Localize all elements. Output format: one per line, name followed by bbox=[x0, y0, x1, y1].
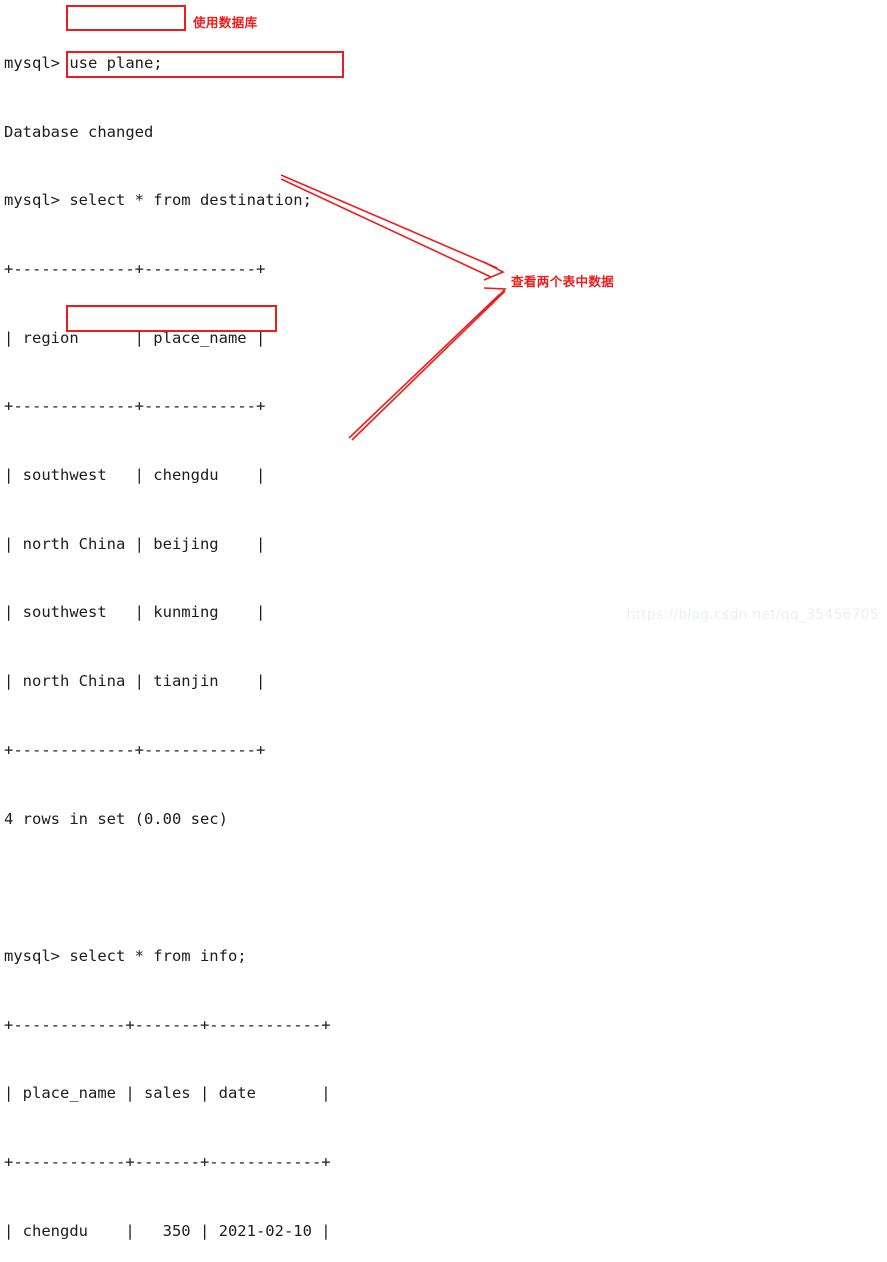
destination-table-border-mid: +-------------+------------+ bbox=[4, 397, 266, 416]
terminal-line-db-changed: Database changed bbox=[4, 122, 154, 141]
table-row: | north China | tianjin | bbox=[4, 672, 266, 691]
table-row: | southwest | kunming | bbox=[4, 603, 266, 622]
table-row: | chengdu | 350 | 2021-02-10 | bbox=[4, 1221, 331, 1240]
info-table-border-mid: +------------+-------+------------+ bbox=[4, 1153, 331, 1172]
terminal-line-cmd-use-plane: mysql> use plane; bbox=[4, 53, 163, 72]
annotation-view-two-tables: 查看两个表中数据 bbox=[511, 274, 615, 289]
terminal-output: mysql> use plane; Database changed mysql… bbox=[0, 0, 887, 1240]
info-table-header: | place_name | sales | date | bbox=[4, 1084, 331, 1103]
destination-row-count: 4 rows in set (0.00 sec) bbox=[4, 809, 228, 828]
destination-table-header: | region | place_name | bbox=[4, 328, 266, 347]
annotation-use-database: 使用数据库 bbox=[193, 15, 258, 30]
terminal-line-cmd-select-destination: mysql> select * from destination; bbox=[4, 191, 312, 210]
destination-table-border-top: +-------------+------------+ bbox=[4, 259, 266, 278]
info-table-border-top: +------------+-------+------------+ bbox=[4, 1015, 331, 1034]
terminal-line-cmd-select-info: mysql> select * from info; bbox=[4, 946, 247, 965]
destination-table-border-bottom: +-------------+------------+ bbox=[4, 740, 266, 759]
table-row: | southwest | chengdu | bbox=[4, 466, 266, 485]
table-row: | north China | beijing | bbox=[4, 534, 266, 553]
